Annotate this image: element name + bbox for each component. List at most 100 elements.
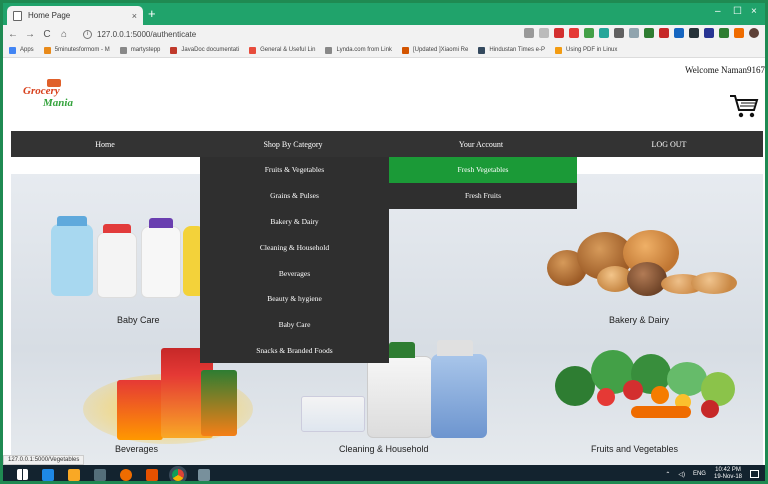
bookmark-item[interactable]: Apps	[9, 46, 34, 54]
info-icon[interactable]: i	[83, 29, 92, 39]
extension-icon[interactable]	[719, 28, 729, 38]
welcome-text: Welcome Naman9167	[685, 65, 765, 75]
bookmark-label: [Updated ]Xiaomi Re	[412, 47, 469, 53]
nav-logout[interactable]: LOG OUT	[575, 131, 763, 157]
bookmark-item[interactable]: Using PDF in Linux	[555, 46, 618, 54]
bookmark-icon	[478, 46, 486, 54]
submenu-item-fresh-fruits[interactable]: Fresh Fruits	[389, 183, 577, 209]
app-icon[interactable]	[198, 468, 210, 481]
address-bar[interactable]: i 127.0.0.1:5000/authenticate	[83, 27, 513, 41]
bookmark-icon	[119, 46, 127, 54]
system-tray: ⌃ ◁) ENG 10:42 PM 19-Nov-18	[665, 467, 759, 481]
extension-icon[interactable]	[659, 28, 669, 38]
extension-icon[interactable]	[599, 28, 609, 38]
bookmark-icon	[325, 46, 333, 54]
firefox-icon[interactable]	[120, 468, 132, 481]
windows-taskbar: ⌃ ◁) ENG 10:42 PM 19-Nov-18	[3, 465, 765, 481]
browser-tab[interactable]: Home Page ×	[7, 6, 143, 25]
tray-chevron-icon[interactable]: ⌃	[665, 471, 670, 478]
bookmark-item[interactable]: 5minutesformom - M	[43, 46, 110, 54]
tab-title: Home Page	[28, 11, 71, 20]
dropdown-item[interactable]: Fruits & Vegetables	[200, 157, 389, 183]
dropdown-item[interactable]: Bakery & Dairy	[200, 209, 389, 235]
page-icon	[13, 10, 22, 21]
dropdown-item[interactable]: Snacks & Branded Foods	[200, 338, 389, 364]
new-tab-button[interactable]: +	[148, 6, 156, 21]
apps-icon	[9, 46, 16, 54]
minimize-button[interactable]: –	[715, 6, 721, 17]
bookmark-icon	[43, 46, 51, 54]
nav-home[interactable]: Home	[11, 131, 199, 157]
back-button[interactable]: ←	[6, 29, 20, 40]
category-label-cleaning-household[interactable]: Cleaning & Household	[339, 444, 429, 454]
bookmark-item[interactable]: Hindustan Times e-P	[478, 46, 546, 54]
bookmark-label: 5minutesformom - M	[54, 47, 110, 53]
extension-icon[interactable]	[689, 28, 699, 38]
bookmark-item[interactable]: JavaDoc documentati	[170, 46, 240, 54]
bookmark-icon	[249, 46, 257, 54]
app-icon[interactable]	[146, 468, 158, 481]
bookmark-icon	[170, 46, 178, 54]
extension-icon[interactable]	[644, 28, 654, 38]
bookmark-label: Using PDF in Linux	[566, 47, 618, 53]
dropdown-item[interactable]: Cleaning & Household	[200, 234, 389, 260]
chrome-icon[interactable]	[172, 468, 184, 481]
close-window-button[interactable]: ×	[751, 6, 757, 17]
category-label-fruits-vegetables[interactable]: Fruits and Vegetables	[591, 444, 678, 454]
extension-icon[interactable]	[629, 28, 639, 38]
bookmark-icon	[401, 46, 409, 54]
clock-time: 10:42 PM	[715, 467, 741, 473]
category-label-bakery-dairy[interactable]: Bakery & Dairy	[609, 315, 669, 325]
file-explorer-icon[interactable]	[68, 468, 80, 481]
dropdown-item[interactable]: Grains & Pulses	[200, 183, 389, 209]
fruits-vegetables-submenu: Fresh Vegetables Fresh Fruits	[389, 157, 577, 209]
bookmark-item[interactable]: [Updated ]Xiaomi Re	[401, 46, 469, 54]
browser-titlebar: Home Page × + – ☐ ×	[3, 3, 765, 25]
extension-icon[interactable]	[704, 28, 714, 38]
bookmark-label: General & Useful Lin	[260, 47, 316, 53]
profile-avatar[interactable]	[749, 28, 759, 38]
edge-icon[interactable]	[42, 468, 54, 481]
forward-button[interactable]: →	[23, 29, 37, 40]
shopping-cart-icon[interactable]	[729, 93, 759, 119]
logo-text-line2: Mania	[43, 97, 73, 109]
submenu-item-fresh-vegetables[interactable]: Fresh Vegetables	[389, 157, 577, 183]
extension-icon[interactable]	[614, 28, 624, 38]
url-text: 127.0.0.1:5000/authenticate	[97, 29, 197, 39]
extension-icon[interactable]	[734, 28, 744, 38]
extension-icon[interactable]	[674, 28, 684, 38]
store-icon[interactable]	[94, 468, 106, 481]
extension-icon[interactable]	[554, 28, 564, 38]
bookmark-item[interactable]: General & Useful Lin	[249, 46, 316, 54]
reload-button[interactable]: C	[40, 29, 54, 40]
nav-your-account[interactable]: Your Account	[387, 131, 575, 157]
bookmarks-bar: Apps 5minutesformom - M martystepp JavaDoc …	[3, 43, 765, 58]
bookmark-label: Hindustan Times e-P	[489, 47, 546, 53]
extension-icon[interactable]	[569, 28, 579, 38]
extension-icon[interactable]	[584, 28, 594, 38]
home-button[interactable]: ⌂	[57, 29, 71, 40]
bookmark-label: JavaDoc documentati	[181, 47, 240, 53]
bookmark-item[interactable]: Lynda.com from Link	[325, 46, 392, 54]
nav-shop-by-category[interactable]: Shop By Category	[199, 131, 387, 157]
screen: Home Page × + – ☐ × ← → C ⌂ i 127.0.0.1:…	[0, 0, 768, 484]
volume-icon[interactable]: ◁)	[678, 471, 685, 478]
maximize-button[interactable]: ☐	[733, 6, 742, 17]
web-page: Welcome Naman9167 Grocery Mania Home Sho…	[3, 59, 765, 466]
logo-text-line1: Grocery	[23, 85, 60, 97]
language-indicator[interactable]: ENG	[693, 471, 706, 477]
site-logo[interactable]: Grocery Mania	[23, 79, 95, 115]
category-label-baby-care[interactable]: Baby Care	[117, 315, 160, 325]
clock[interactable]: 10:42 PM 19-Nov-18	[714, 467, 742, 481]
dropdown-item[interactable]: Beauty & hygiene	[200, 286, 389, 312]
tab-close-icon[interactable]: ×	[132, 11, 137, 21]
category-label-beverages[interactable]: Beverages	[115, 444, 158, 454]
clock-date: 19-Nov-18	[713, 474, 742, 480]
windows-start-icon[interactable]	[17, 469, 28, 480]
key-icon[interactable]	[524, 28, 534, 38]
dropdown-item[interactable]: Beverages	[200, 260, 389, 286]
dropdown-item[interactable]: Baby Care	[200, 312, 389, 338]
bookmark-item[interactable]: martystepp	[119, 46, 160, 54]
star-icon[interactable]	[539, 28, 549, 38]
notification-icon[interactable]	[750, 470, 759, 478]
